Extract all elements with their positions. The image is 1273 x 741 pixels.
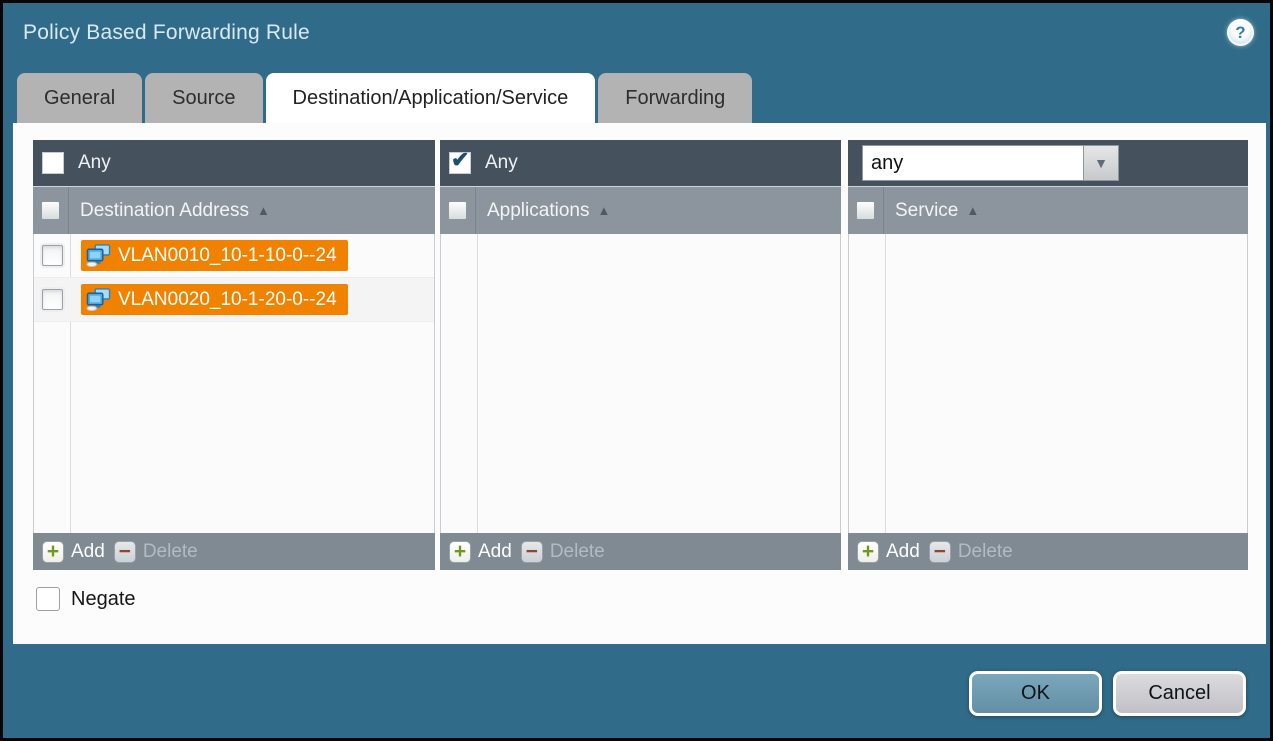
tab-content-panel: Any Destination Address ▲ (13, 123, 1266, 644)
service-dropdown-input[interactable] (862, 145, 1083, 181)
add-icon: + (42, 541, 64, 563)
ok-button[interactable]: OK (969, 671, 1102, 716)
delete-icon: − (929, 541, 951, 563)
delete-icon: − (521, 541, 543, 563)
delete-button[interactable]: − Delete (114, 541, 198, 563)
applications-select-all-checkbox[interactable] (448, 201, 467, 220)
applications-header[interactable]: Applications ▲ (440, 186, 841, 234)
address-object-icon (86, 288, 111, 311)
tab-general[interactable]: General (17, 73, 142, 123)
destination-select-all-checkbox[interactable] (41, 201, 60, 220)
tab-destination-application-service[interactable]: Destination/Application/Service (266, 73, 596, 123)
sort-asc-icon: ▲ (257, 203, 270, 218)
cancel-button[interactable]: Cancel (1113, 671, 1246, 716)
tab-source[interactable]: Source (145, 73, 262, 123)
add-icon: + (857, 541, 879, 563)
service-footer: + Add − Delete (848, 533, 1248, 570)
negate-checkbox[interactable] (36, 587, 60, 611)
pbf-rule-dialog: Policy Based Forwarding Rule ? General S… (0, 0, 1273, 741)
applications-column: ✔ Any Applications ▲ + Add − Delete (440, 140, 841, 570)
help-icon[interactable]: ? (1227, 19, 1254, 46)
service-header-label: Service (895, 200, 958, 222)
applications-list (440, 234, 841, 533)
check-icon: ✔ (451, 147, 469, 173)
destination-address-column: Any Destination Address ▲ (33, 140, 435, 570)
address-object-tag[interactable]: VLAN0020_10-1-20-0--24 (81, 284, 348, 315)
sort-asc-icon: ▲ (966, 203, 979, 218)
service-column: ▼ Service ▲ + Add − Delete (848, 140, 1248, 570)
delete-icon: − (114, 541, 136, 563)
applications-any-checkbox[interactable]: ✔ (449, 152, 471, 174)
table-row: VLAN0010_10-1-10-0--24 (34, 234, 434, 278)
negate-row: Negate (36, 587, 136, 611)
chevron-down-icon: ▼ (1094, 155, 1108, 171)
destination-address-list: VLAN0010_10-1-10-0--24 VLAN0020_10-1 (33, 234, 435, 533)
service-dropdown-bar: ▼ (848, 140, 1248, 186)
dialog-title: Policy Based Forwarding Rule (23, 21, 310, 45)
service-dropdown: ▼ (862, 145, 1119, 181)
row-checkbox[interactable] (42, 289, 63, 310)
add-button[interactable]: + Add (449, 541, 512, 563)
destination-address-header-label: Destination Address (80, 200, 249, 222)
tab-forwarding[interactable]: Forwarding (598, 73, 752, 123)
negate-label: Negate (71, 588, 136, 611)
applications-any-bar: ✔ Any (440, 140, 841, 186)
row-checkbox[interactable] (42, 245, 63, 266)
destination-any-label: Any (78, 152, 111, 174)
applications-footer: + Add − Delete (440, 533, 841, 570)
add-button[interactable]: + Add (42, 541, 105, 563)
add-button[interactable]: + Add (857, 541, 920, 563)
address-object-icon (86, 244, 111, 267)
add-icon: + (449, 541, 471, 563)
destination-address-header[interactable]: Destination Address ▲ (33, 186, 435, 234)
destination-any-checkbox[interactable] (42, 152, 64, 174)
service-header[interactable]: Service ▲ (848, 186, 1248, 234)
delete-button[interactable]: − Delete (929, 541, 1013, 563)
tab-bar: General Source Destination/Application/S… (17, 73, 752, 123)
dropdown-button[interactable]: ▼ (1083, 145, 1119, 181)
address-object-label: VLAN0010_10-1-10-0--24 (118, 245, 337, 267)
service-select-all-checkbox[interactable] (856, 201, 875, 220)
delete-button[interactable]: − Delete (521, 541, 605, 563)
sort-asc-icon: ▲ (597, 203, 610, 218)
destination-footer: + Add − Delete (33, 533, 435, 570)
table-row: VLAN0020_10-1-20-0--24 (34, 278, 434, 322)
address-object-label: VLAN0020_10-1-20-0--24 (118, 289, 337, 311)
destination-any-bar: Any (33, 140, 435, 186)
applications-header-label: Applications (487, 200, 589, 222)
applications-any-label: Any (485, 152, 518, 174)
service-list (848, 234, 1248, 533)
address-object-tag[interactable]: VLAN0010_10-1-10-0--24 (81, 240, 348, 271)
